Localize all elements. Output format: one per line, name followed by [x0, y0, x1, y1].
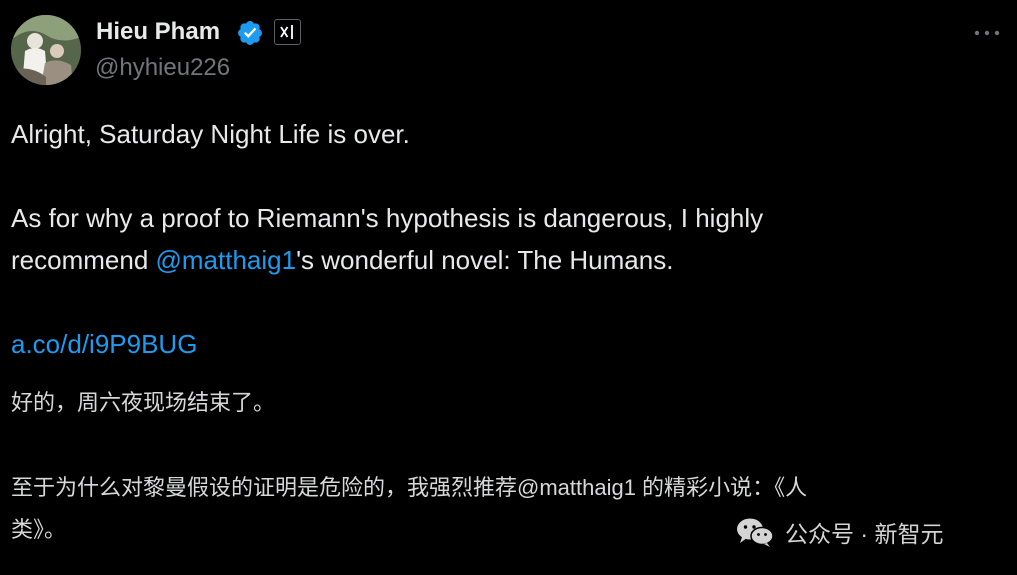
xai-logo-icon — [280, 25, 293, 39]
wechat-icon — [737, 518, 774, 547]
tweet-text-line-2: As for why a proof to Riemann's hypothes… — [11, 203, 764, 233]
affiliation-badge-icon[interactable] — [274, 19, 301, 45]
tweet-text-line-3: recommend @matthaig1's wonderful novel: … — [11, 239, 673, 281]
more-options-icon[interactable] — [972, 24, 1002, 42]
tweet-text-segment: 's wonderful novel: The Humans. — [296, 245, 674, 275]
profile-photo-icon — [11, 15, 81, 85]
tweet-text-line-1: Alright, Saturday Night Life is over. — [11, 119, 410, 149]
watermark-text: 公众号 · 新智元 — [785, 521, 944, 547]
translation-line-2: 至于为什么对黎曼假设的证明是危险的，我强烈推荐@matthaig1 的精彩小说：… — [11, 475, 808, 500]
display-name[interactable]: Hieu Pham — [96, 17, 220, 47]
translation-line-1: 好的，周六夜现场结束了。 — [11, 390, 276, 415]
tweet-url-link[interactable]: a.co/d/i9P9BUG — [11, 323, 197, 365]
mention-link[interactable]: @matthaig1 — [156, 245, 297, 275]
avatar[interactable] — [11, 15, 81, 85]
user-handle[interactable]: @hyhieu226 — [95, 53, 230, 83]
watermark: 公众号 · 新智元 — [735, 515, 943, 549]
translation-line-3: 类》。 — [11, 517, 67, 542]
verified-badge-icon — [238, 21, 262, 45]
tweet-text-segment: recommend — [11, 245, 156, 275]
